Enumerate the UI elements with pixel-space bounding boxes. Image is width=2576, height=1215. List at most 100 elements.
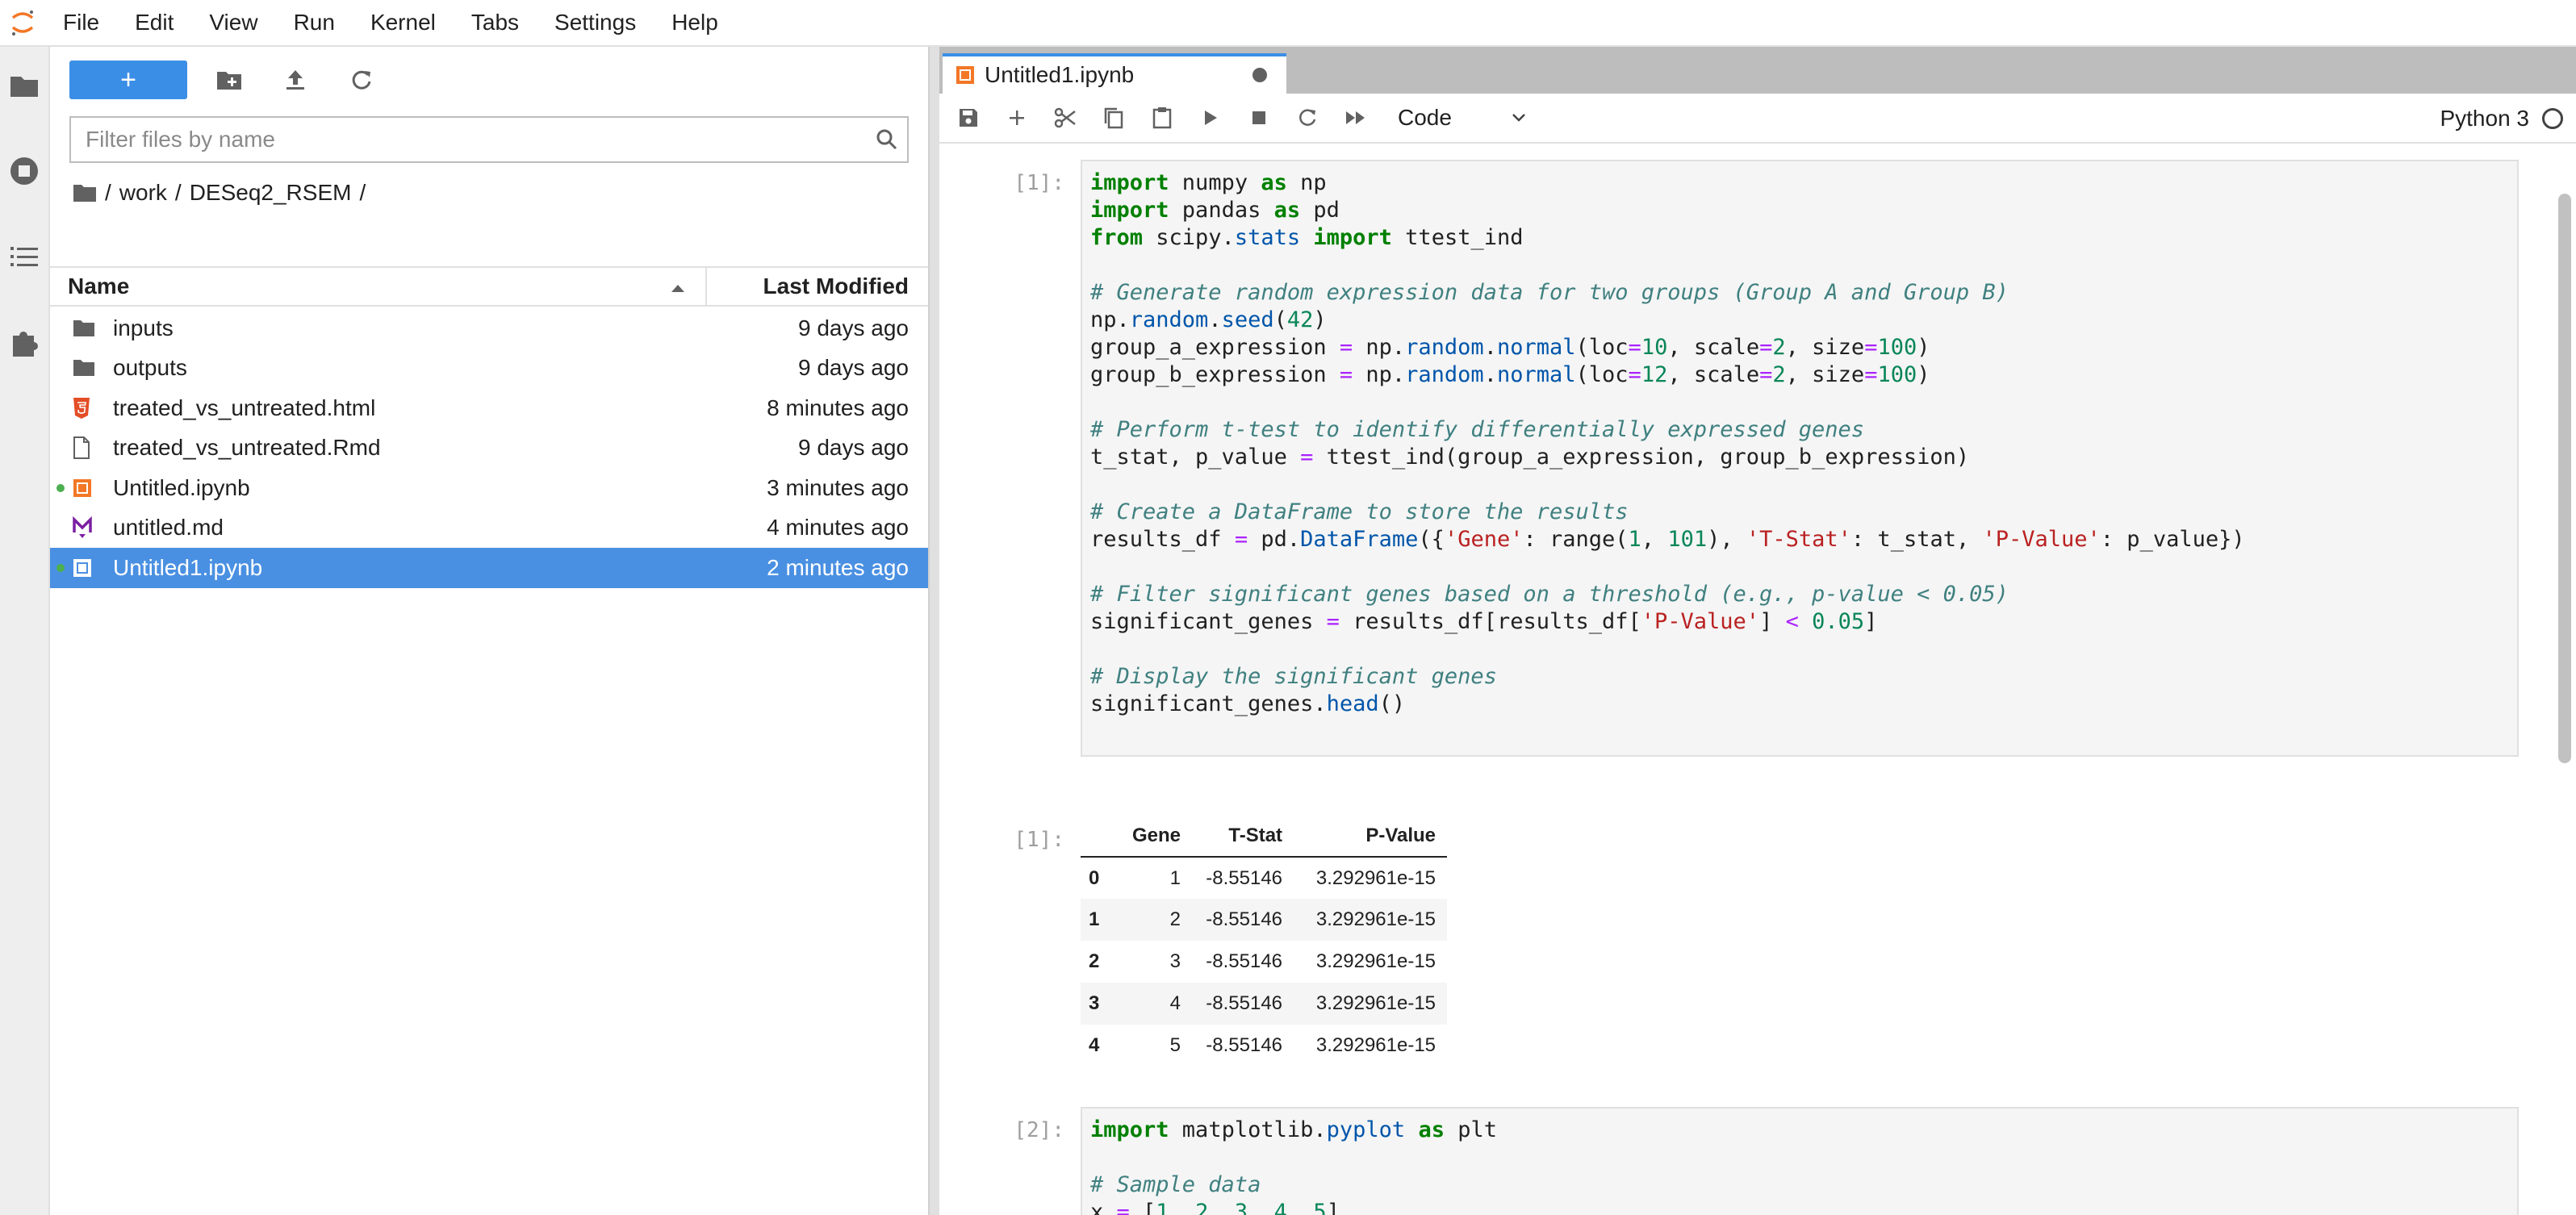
- code-line: group_a_expression = np.random.normal(lo…: [1090, 335, 1930, 360]
- file-last-modified: 3 minutes ago: [767, 474, 909, 500]
- new-launcher-button[interactable]: +: [69, 61, 187, 99]
- restart-kernel-icon[interactable]: [1283, 94, 1332, 142]
- kernel-status[interactable]: Python 3: [2440, 94, 2563, 144]
- menu-file[interactable]: File: [45, 0, 117, 46]
- cell-type-value: Code: [1398, 105, 1452, 130]
- unsaved-changes-dot-icon[interactable]: [1252, 68, 1267, 82]
- refresh-icon[interactable]: [337, 61, 386, 99]
- breadcrumb-item-deseq2-rsem[interactable]: DESeq2_RSEM: [182, 180, 360, 206]
- code-line: x = [1, 2, 3, 4, 5]: [1090, 1200, 1340, 1215]
- chevron-down-icon: [1511, 112, 1527, 123]
- table-cell: -8.55146: [1206, 950, 1283, 972]
- scrollbar-thumb[interactable]: [2558, 194, 2571, 763]
- menu-view[interactable]: View: [191, 0, 275, 46]
- home-folder-icon[interactable]: [73, 183, 97, 202]
- panel-splitter-handle[interactable]: [928, 47, 939, 1215]
- file-row[interactable]: Untitled.ipynb 3 minutes ago: [50, 468, 928, 508]
- file-name: untitled.md: [113, 515, 224, 541]
- table-cell: 5: [1169, 1034, 1181, 1056]
- menu-run[interactable]: Run: [276, 0, 353, 46]
- running-indicator-dot-icon: [56, 563, 65, 572]
- menu-help[interactable]: Help: [654, 0, 736, 46]
- code-line: np.random.seed(42): [1090, 307, 1327, 332]
- table-cell: -8.55146: [1206, 866, 1283, 889]
- cut-scissors-icon[interactable]: [1041, 94, 1089, 142]
- save-icon[interactable]: [944, 94, 993, 142]
- table-cell: 3.292961e-15: [1315, 992, 1436, 1014]
- file-last-modified: 9 days ago: [798, 435, 909, 461]
- breadcrumb-separator: /: [359, 180, 366, 205]
- kernel-name[interactable]: Python 3: [2440, 106, 2529, 132]
- notebook-scrollbar[interactable]: [2555, 145, 2576, 1215]
- table-of-contents-list-icon[interactable]: [0, 232, 48, 281]
- new-folder-icon[interactable]: [205, 61, 253, 99]
- jupyter-logo-icon: [0, 0, 45, 46]
- row-index: 1: [1089, 908, 1100, 930]
- row-index: 3: [1089, 992, 1100, 1014]
- file-row[interactable]: Untitled1.ipynb 2 minutes ago: [50, 548, 928, 588]
- paste-clipboard-icon[interactable]: [1138, 94, 1186, 142]
- insert-cell-plus-icon[interactable]: [993, 94, 1041, 142]
- menu-settings[interactable]: Settings: [537, 0, 654, 46]
- run-all-fast-forward-icon[interactable]: [1332, 94, 1380, 142]
- table-cell: -8.55146: [1206, 992, 1283, 1014]
- filter-files-input[interactable]: [71, 119, 867, 161]
- menu-edit[interactable]: Edit: [117, 0, 191, 46]
- file-last-modified: 2 minutes ago: [767, 554, 909, 580]
- tab-untitled1-ipynb[interactable]: Untitled1.ipynb: [943, 53, 1286, 94]
- table-cell: 4: [1169, 992, 1181, 1014]
- table-column-header: [1081, 815, 1121, 858]
- dataframe-output-table: Gene T-Stat P-Value 0 1 -8.55146 3.292961e-15…: [1081, 815, 1448, 1067]
- code-line: from scipy.stats import ttest_ind: [1090, 225, 1524, 250]
- file-row[interactable]: untitled.md 4 minutes ago: [50, 508, 928, 549]
- file-name: inputs: [113, 315, 174, 340]
- filter-files-field[interactable]: [69, 116, 909, 163]
- file-browser-panel: + / work / DESeq2_RSEM / Name: [50, 47, 928, 1215]
- file-listing: inputs 9 days ago outputs 9 days ago treated…: [50, 308, 928, 588]
- file-browser-folder-icon[interactable]: [0, 61, 48, 110]
- running-indicator-dot-icon: [56, 483, 65, 492]
- file-name: outputs: [113, 355, 187, 381]
- interrupt-stop-icon[interactable]: [1235, 94, 1283, 142]
- extension-manager-puzzle-icon[interactable]: [0, 318, 48, 366]
- markdown-icon: [73, 516, 113, 539]
- file-last-modified: 4 minutes ago: [767, 515, 909, 541]
- name-column-header[interactable]: Name: [50, 268, 707, 305]
- table-cell: -8.55146: [1206, 908, 1283, 930]
- run-play-icon[interactable]: [1186, 94, 1235, 142]
- menu-tabs[interactable]: Tabs: [454, 0, 537, 46]
- breadcrumb-root[interactable]: /: [105, 180, 111, 206]
- file-row[interactable]: outputs 9 days ago: [50, 349, 928, 389]
- file-row[interactable]: inputs 9 days ago: [50, 308, 928, 349]
- code-line: # Create a DataFrame to store the result…: [1090, 499, 1629, 524]
- table-header-row: Gene T-Stat P-Value: [1081, 815, 1448, 858]
- tab-label: Untitled1.ipynb: [985, 62, 1135, 87]
- last-modified-column-header[interactable]: Last Modified: [707, 273, 928, 299]
- html5-icon: [73, 397, 113, 420]
- left-activity-bar: [0, 47, 50, 1215]
- table-cell: 1: [1169, 866, 1181, 889]
- menu-kernel[interactable]: Kernel: [353, 0, 454, 46]
- file-row[interactable]: treated_vs_untreated.html 8 minutes ago: [50, 388, 928, 428]
- table-cell: 3.292961e-15: [1315, 908, 1436, 930]
- code-cell-2-editor[interactable]: import matplotlib.pyplot as plt # Sample …: [1081, 1107, 2519, 1215]
- copy-icon[interactable]: [1089, 94, 1138, 142]
- table-row: 2 3 -8.55146 3.292961e-15: [1081, 941, 1447, 983]
- table-cell: 3: [1169, 950, 1181, 972]
- cell-type-select[interactable]: Code: [1398, 100, 1527, 136]
- table-cell: -8.55146: [1206, 1034, 1283, 1056]
- running-kernels-stop-icon[interactable]: [0, 147, 48, 195]
- folder-icon: [73, 319, 113, 337]
- breadcrumb-item-work[interactable]: work: [111, 180, 175, 206]
- file-row[interactable]: treated_vs_untreated.Rmd 9 days ago: [50, 428, 928, 469]
- upload-icon[interactable]: [271, 61, 320, 99]
- table-column-header: Gene: [1121, 815, 1193, 858]
- code-line: significant_genes = results_df[results_d…: [1090, 609, 1878, 634]
- code-line: # Display the significant genes: [1090, 664, 1497, 689]
- code-line: t_stat, p_value = ttest_ind(group_a_expr…: [1090, 445, 1970, 470]
- code-cell-1-editor[interactable]: import numpy as np import pandas as pd fro…: [1081, 160, 2519, 757]
- menu-bar: File Edit View Run Kernel Tabs Settings Help: [0, 0, 2576, 47]
